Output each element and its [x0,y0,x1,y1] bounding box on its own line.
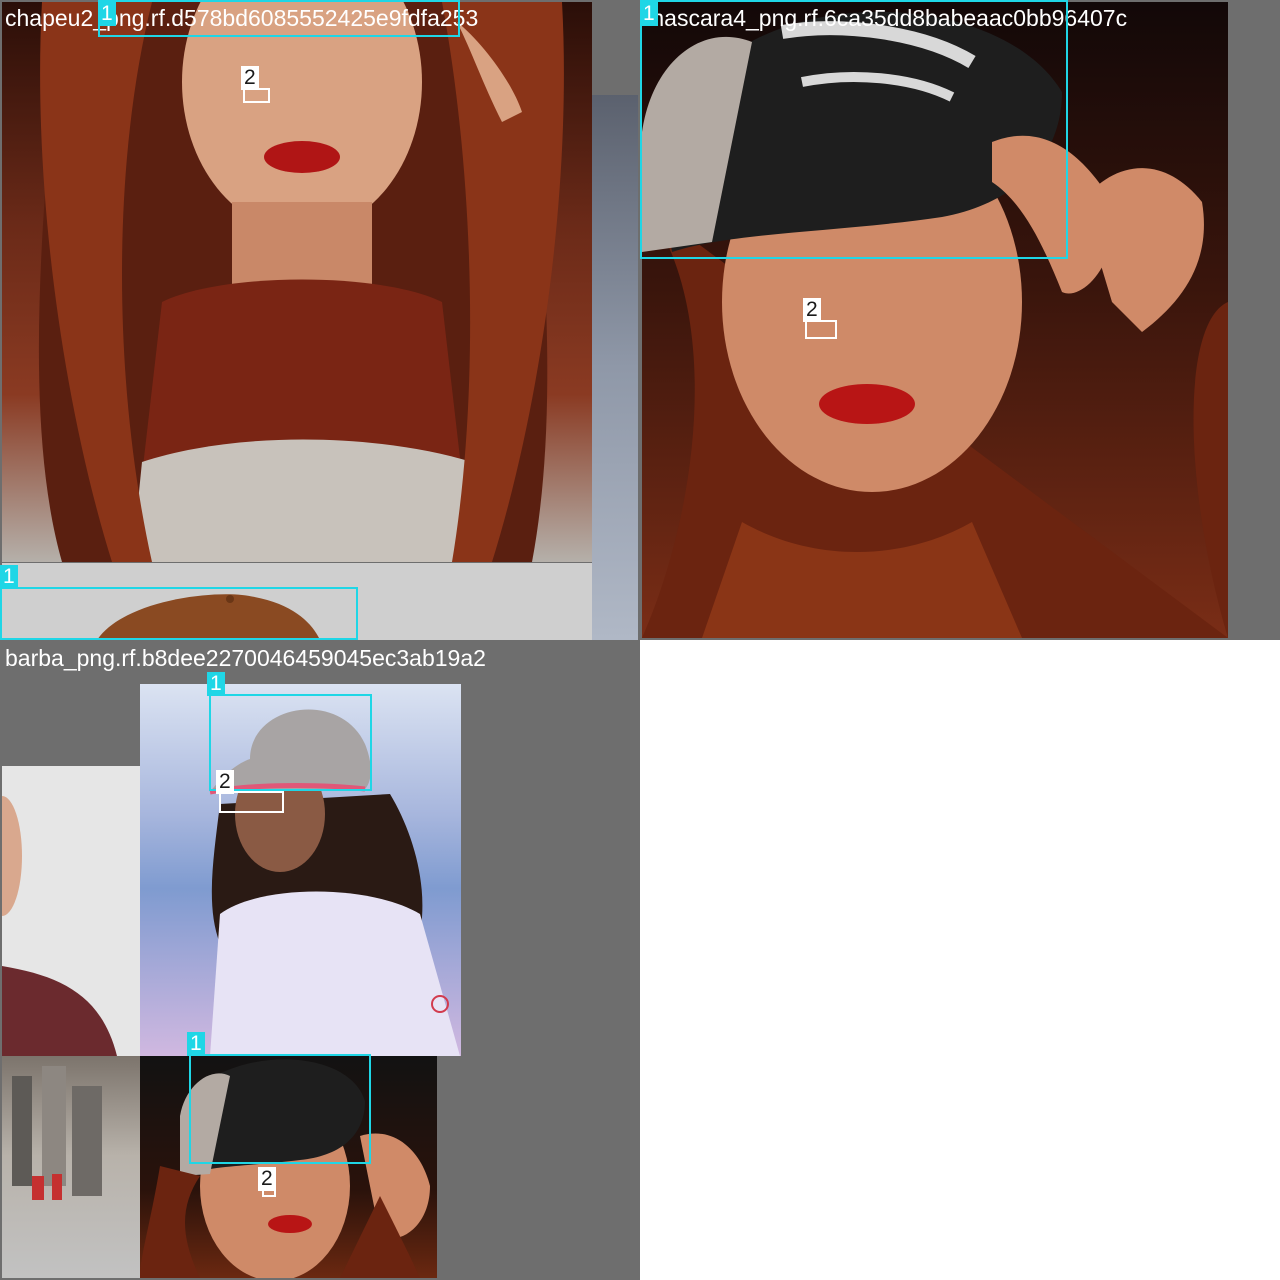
bbox-label-1: 1 [640,2,658,26]
bbox-label-2: 2 [241,66,259,90]
man-portrait [2,796,117,1056]
bbox-label-1: 1 [98,2,116,26]
photo-street-left [2,1056,140,1278]
bbox-class-2 [243,88,270,103]
bbox-label-2-face-small: 2 [258,1167,276,1191]
bbox-class-2-face [219,791,284,813]
bbox-label-1-pink-cap: 1 [207,672,225,696]
bbox-class-1 [640,0,1068,259]
bbox-label-2-face: 2 [216,770,234,794]
mosaic-empty-cell [640,640,1280,1280]
photo-strip-right [592,95,638,640]
bbox-class-1-hat [0,587,358,640]
bbox-label-1-hat: 1 [0,565,18,589]
woman-face-silhouette [38,2,564,562]
bbox-class-1-black-cap [189,1054,371,1164]
photo-woman-portrait [2,2,592,562]
letterbox-gray [1228,2,1280,638]
bbox-class-2 [805,320,837,339]
bbox-class-1 [98,0,460,37]
photo-man-left [2,766,140,1056]
mosaic-tile-chapeu: chapeu2_png.rf.d578bd6085552425e9fdfa253… [0,0,640,640]
street-buildings [12,1066,102,1200]
mosaic-tile-mascara: mascara4_png.rf.6ca35dd8babeaac0bb96407c… [640,0,1280,640]
bbox-label-2: 2 [803,298,821,322]
tile-filename: barba_png.rf.b8dee2270046459045ec3ab19a2 [5,645,486,671]
mosaic-tile-barba: barba_png.rf.b8dee2270046459045ec3ab19a2… [0,640,640,1280]
bbox-label-1-black-cap: 1 [187,1032,205,1056]
